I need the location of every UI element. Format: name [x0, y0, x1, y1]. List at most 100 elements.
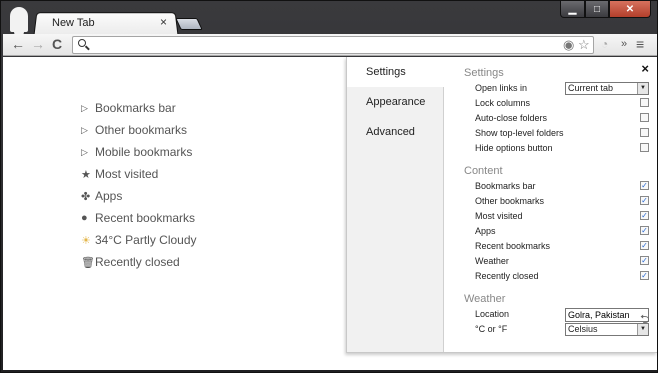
- section-title-settings: Settings: [464, 67, 504, 79]
- option-label: Other bookmarks: [475, 196, 545, 206]
- nav-item-recently-closed[interactable]: 🗑 Recently closed: [81, 251, 197, 273]
- other-bookmarks-checkbox[interactable]: ✓: [640, 196, 649, 205]
- open-links-value: Current tab: [568, 83, 614, 93]
- option-row: Bookmarks bar ✓: [464, 179, 649, 194]
- units-label: °C or °F: [475, 324, 508, 334]
- nav-item-label: Other bookmarks: [95, 123, 188, 137]
- option-label: Bookmarks bar: [475, 181, 536, 191]
- toolbar: ← → C ◉ ☆ ◔ » ≡: [3, 34, 657, 56]
- section-title-content: Content: [464, 165, 503, 177]
- option-row: Hide options button: [464, 141, 649, 156]
- puzzle-icon: ✤: [81, 190, 91, 203]
- option-label: Lock columns: [475, 98, 531, 108]
- address-bar[interactable]: ◉ ☆: [72, 36, 594, 54]
- units-row: °C or °F Celsius ▼: [464, 322, 649, 337]
- nav-item-most-visited[interactable]: ★ Most visited: [81, 163, 197, 185]
- menu-icon[interactable]: ≡: [636, 36, 644, 52]
- star-icon: ★: [81, 168, 91, 181]
- address-input[interactable]: [91, 38, 561, 52]
- nav-item-weather[interactable]: ☀ 34°C Partly Cloudy: [81, 229, 197, 251]
- browser-window: New Tab × ▁ □ ✕ ← → C ◉ ☆ ◔ » ≡ ▷ Bookma…: [0, 0, 658, 373]
- nav-item-label: Mobile bookmarks: [95, 145, 193, 159]
- option-label: Recent bookmarks: [475, 241, 551, 251]
- new-tab-button[interactable]: [175, 18, 203, 30]
- option-label: Most visited: [475, 211, 523, 221]
- nav-item-label: Recently closed: [95, 255, 180, 269]
- lock-columns-checkbox[interactable]: [640, 98, 649, 107]
- nav-item-mobile-bookmarks[interactable]: ▷ Mobile bookmarks: [81, 141, 197, 163]
- location-label: Location: [475, 309, 510, 319]
- overflow-chevron-icon[interactable]: »: [621, 36, 627, 52]
- nav-item-label: Most visited: [95, 167, 159, 181]
- section-title-weather: Weather: [464, 293, 506, 305]
- weather-checkbox[interactable]: ✓: [640, 256, 649, 265]
- window-controls: ▁ □ ✕: [560, 1, 651, 18]
- forward-arrow-icon[interactable]: →: [31, 36, 45, 52]
- undo-icon[interactable]: ⮌: [640, 310, 650, 331]
- option-row: Recent bookmarks ✓: [464, 239, 649, 254]
- profile-avatar-icon[interactable]: [10, 7, 28, 36]
- nav-item-apps[interactable]: ✤ Apps: [81, 185, 197, 207]
- recently-closed-checkbox[interactable]: ✓: [640, 271, 649, 280]
- option-label: Hide options button: [475, 143, 553, 153]
- recent-bookmarks-checkbox[interactable]: ✓: [640, 241, 649, 250]
- triangle-right-icon: ▷: [81, 124, 88, 135]
- most-visited-checkbox[interactable]: ✓: [640, 211, 649, 220]
- close-window-button[interactable]: ✕: [609, 1, 651, 18]
- page-content: ▷ Bookmarks bar ▷ Other bookmarks ▷ Mobi…: [3, 57, 657, 370]
- nav-item-recent-bookmarks[interactable]: ● Recent bookmarks: [81, 207, 197, 229]
- minimize-button[interactable]: ▁: [560, 1, 585, 18]
- option-row: Recently closed ✓: [464, 269, 649, 284]
- option-row: Most visited ✓: [464, 209, 649, 224]
- open-links-row: Open links in Current tab ▼: [464, 81, 649, 96]
- option-label: Auto-close folders: [475, 113, 548, 123]
- location-row: Location: [464, 307, 649, 322]
- extension-icon[interactable]: ◔: [601, 36, 608, 52]
- option-label: Show top-level folders: [475, 128, 564, 138]
- nav-item-bookmarks-bar[interactable]: ▷ Bookmarks bar: [81, 97, 197, 119]
- bookmark-nav: ▷ Bookmarks bar ▷ Other bookmarks ▷ Mobi…: [81, 97, 197, 273]
- triangle-right-icon: ▷: [81, 102, 88, 113]
- tab-settings[interactable]: Settings: [347, 57, 444, 87]
- maximize-button[interactable]: □: [585, 1, 609, 18]
- nav-item-label: Apps: [95, 189, 123, 203]
- show-top-level-folders-checkbox[interactable]: [640, 128, 649, 137]
- auto-close-folders-checkbox[interactable]: [640, 113, 649, 122]
- bookmarks-bar-checkbox[interactable]: ✓: [640, 181, 649, 190]
- option-row: Apps ✓: [464, 224, 649, 239]
- chevron-down-icon: ▼: [637, 83, 648, 94]
- option-label: Apps: [475, 226, 496, 236]
- settings-body: Settings Open links in Current tab ▼ Loc…: [464, 65, 649, 337]
- option-label: Recently closed: [475, 271, 539, 281]
- units-select[interactable]: Celsius ▼: [565, 323, 649, 336]
- option-row: Lock columns: [464, 96, 649, 111]
- reload-icon[interactable]: C: [52, 36, 62, 52]
- trash-icon: 🗑: [81, 256, 95, 269]
- bookmark-star-icon[interactable]: ☆: [578, 37, 590, 53]
- option-row: Weather ✓: [464, 254, 649, 269]
- tab-advanced[interactable]: Advanced: [347, 117, 443, 147]
- hide-options-button-checkbox[interactable]: [640, 143, 649, 152]
- location-field[interactable]: [565, 308, 649, 322]
- back-arrow-icon[interactable]: ←: [11, 36, 25, 52]
- open-links-select[interactable]: Current tab ▼: [565, 82, 649, 95]
- option-row: Show top-level folders: [464, 126, 649, 141]
- settings-nav: Settings Appearance Advanced: [347, 57, 444, 352]
- nav-item-label: Bookmarks bar: [95, 101, 176, 115]
- clock-icon: ●: [81, 212, 88, 224]
- tab-title: New Tab: [52, 17, 95, 29]
- apps-checkbox[interactable]: ✓: [640, 226, 649, 235]
- triangle-right-icon: ▷: [81, 146, 88, 157]
- open-links-label: Open links in: [475, 83, 528, 93]
- nav-item-other-bookmarks[interactable]: ▷ Other bookmarks: [81, 119, 197, 141]
- settings-panel: Settings Appearance Advanced × Settings …: [346, 57, 657, 353]
- tab-appearance[interactable]: Appearance: [347, 87, 443, 117]
- weather-icon: ☀: [81, 234, 91, 247]
- location-icon[interactable]: ◉: [563, 37, 574, 53]
- option-row: Other bookmarks ✓: [464, 194, 649, 209]
- search-icon: [78, 39, 86, 47]
- option-label: Weather: [475, 256, 509, 266]
- nav-item-label: 34°C Partly Cloudy: [95, 233, 197, 247]
- option-row: Auto-close folders: [464, 111, 649, 126]
- tab-close-icon[interactable]: ×: [160, 15, 167, 29]
